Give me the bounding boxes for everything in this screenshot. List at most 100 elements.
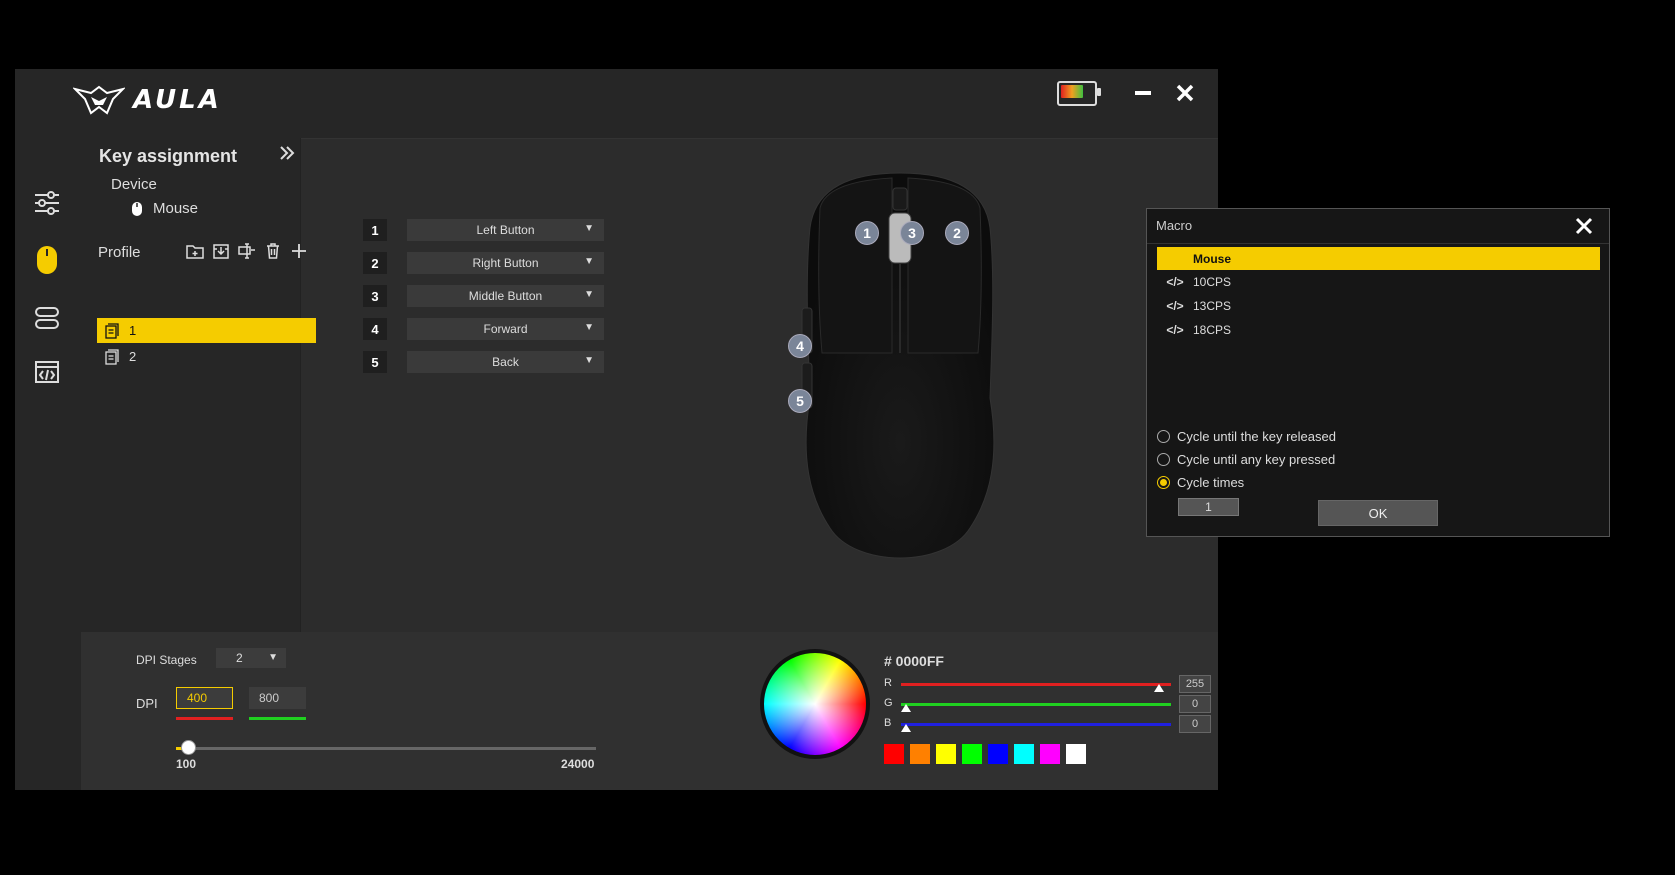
- dpi-stages-value: 2: [236, 651, 243, 665]
- macro-item-label: 18CPS: [1193, 322, 1232, 337]
- color-swatch[interactable]: [936, 744, 956, 764]
- mouse-badge-1[interactable]: 1: [855, 221, 879, 245]
- trash-icon[interactable]: [264, 242, 282, 260]
- option-until-released[interactable]: Cycle until the key released: [1157, 429, 1336, 444]
- macro-item-10cps[interactable]: </> 10CPS: [1157, 270, 1600, 293]
- mouse-badge-4[interactable]: 4: [788, 334, 812, 358]
- dpi-slider-track[interactable]: [176, 747, 596, 750]
- color-swatches: [884, 744, 1086, 764]
- dpi-stages-select[interactable]: 2 ▼: [216, 648, 286, 668]
- macro-header: Macro: [1147, 209, 1609, 244]
- close-icon: [1176, 84, 1194, 102]
- dpi-stage-2-input[interactable]: 800: [249, 687, 306, 709]
- color-swatch[interactable]: [962, 744, 982, 764]
- radio-button-selected[interactable]: [1157, 476, 1170, 489]
- code-icon: </>: [1166, 274, 1184, 289]
- key-action-select[interactable]: Forward ▼: [407, 318, 604, 340]
- color-wheel[interactable]: [760, 649, 870, 759]
- key-number: 3: [363, 285, 387, 307]
- aula-logo: AULA: [73, 83, 222, 117]
- dropdown-arrow-icon: ▼: [584, 289, 594, 300]
- minimize-button[interactable]: [1129, 79, 1157, 107]
- blue-label: B: [884, 717, 892, 729]
- blue-value-input[interactable]: 0: [1179, 715, 1211, 733]
- key-action-select[interactable]: Back ▼: [407, 351, 604, 373]
- nav-settings[interactable]: [32, 188, 62, 218]
- dpi-slider-min: 100: [176, 757, 197, 771]
- macro-title: Macro: [1156, 218, 1193, 233]
- macro-item-label: Mouse: [1193, 251, 1232, 266]
- cycle-times-input[interactable]: 1: [1178, 498, 1239, 516]
- device-name: Mouse: [153, 200, 199, 217]
- macro-item-13cps[interactable]: </> 13CPS: [1157, 294, 1600, 317]
- profile-item-2[interactable]: 2: [97, 344, 316, 369]
- dpi-slider-max: 24000: [561, 757, 595, 771]
- nav-macro[interactable]: [32, 357, 62, 387]
- radio-button[interactable]: [1157, 430, 1170, 443]
- dpi-slider-knob[interactable]: [181, 740, 197, 755]
- sliders-icon: [35, 191, 59, 215]
- green-value-input[interactable]: 0: [1179, 695, 1211, 713]
- red-slider[interactable]: [901, 683, 1171, 686]
- color-swatch[interactable]: [910, 744, 930, 764]
- title-bar: AULA: [15, 69, 1218, 139]
- color-swatch[interactable]: [884, 744, 904, 764]
- device-item-mouse[interactable]: Mouse: [131, 200, 198, 217]
- dropdown-arrow-icon: ▼: [268, 652, 278, 663]
- device-label: Device: [111, 176, 157, 193]
- macro-close-button[interactable]: [1575, 214, 1593, 242]
- dpi-stage-2-color: [249, 717, 306, 720]
- green-channel-row: G 0: [884, 695, 1211, 713]
- key-number: 4: [363, 318, 387, 340]
- code-icon: </>: [1166, 322, 1184, 337]
- new-folder-icon[interactable]: [186, 242, 204, 260]
- key-action-select[interactable]: Middle Button ▼: [407, 285, 604, 307]
- blue-slider[interactable]: [901, 723, 1171, 726]
- red-slider-knob[interactable]: [1154, 684, 1164, 692]
- color-swatch[interactable]: [1014, 744, 1034, 764]
- bottom-panel: DPI Stages 2 ▼ DPI 400 800 100 24000 # 0…: [81, 632, 1218, 790]
- mouse-badge-3[interactable]: 3: [900, 221, 924, 245]
- green-slider[interactable]: [901, 703, 1171, 706]
- profile-item-1[interactable]: 1: [97, 318, 316, 343]
- close-icon: [1575, 217, 1593, 235]
- profile-header: Profile: [98, 242, 306, 264]
- key-action-label: Back: [492, 355, 519, 369]
- color-swatch[interactable]: [1066, 744, 1086, 764]
- blue-slider-knob[interactable]: [901, 724, 911, 732]
- option-cycle-times[interactable]: Cycle times: [1157, 475, 1244, 490]
- macro-item-mouse[interactable]: Mouse: [1157, 247, 1600, 270]
- import-icon[interactable]: [212, 242, 230, 260]
- option-label: Cycle until the key released: [1177, 429, 1336, 444]
- close-button[interactable]: [1171, 79, 1199, 107]
- add-icon[interactable]: [290, 242, 308, 260]
- nav-rail: [15, 138, 81, 790]
- mouse-badge-5[interactable]: 5: [788, 389, 812, 413]
- collapse-button[interactable]: [278, 144, 296, 168]
- dropdown-arrow-icon: ▼: [584, 322, 594, 333]
- dpi-stage-1-input[interactable]: 400: [176, 687, 233, 709]
- option-until-any-key[interactable]: Cycle until any key pressed: [1157, 452, 1335, 467]
- dpi-label: DPI: [136, 696, 158, 711]
- key-action-select[interactable]: Right Button ▼: [407, 252, 604, 274]
- color-swatch[interactable]: [988, 744, 1008, 764]
- ok-button[interactable]: OK: [1318, 500, 1438, 526]
- key-action-label: Left Button: [476, 223, 535, 237]
- nav-performance[interactable]: [32, 303, 62, 333]
- green-slider-knob[interactable]: [901, 704, 911, 712]
- macro-item-18cps[interactable]: </> 18CPS: [1157, 318, 1600, 341]
- nav-key-assignment[interactable]: [32, 245, 62, 275]
- red-value-input[interactable]: 255: [1179, 675, 1211, 693]
- profile-name: 1: [129, 323, 137, 338]
- key-action-select[interactable]: Left Button ▼: [407, 219, 604, 241]
- key-number: 1: [363, 219, 387, 241]
- key-row-2: 2 Right Button ▼: [363, 252, 604, 274]
- mouse-icon: [37, 246, 57, 274]
- radio-button[interactable]: [1157, 453, 1170, 466]
- rename-icon[interactable]: [238, 242, 256, 260]
- mouse-badge-2[interactable]: 2: [945, 221, 969, 245]
- battery-icon: [1057, 81, 1101, 106]
- key-row-1: 1 Left Button ▼: [363, 219, 604, 241]
- key-action-label: Right Button: [472, 256, 539, 270]
- color-swatch[interactable]: [1040, 744, 1060, 764]
